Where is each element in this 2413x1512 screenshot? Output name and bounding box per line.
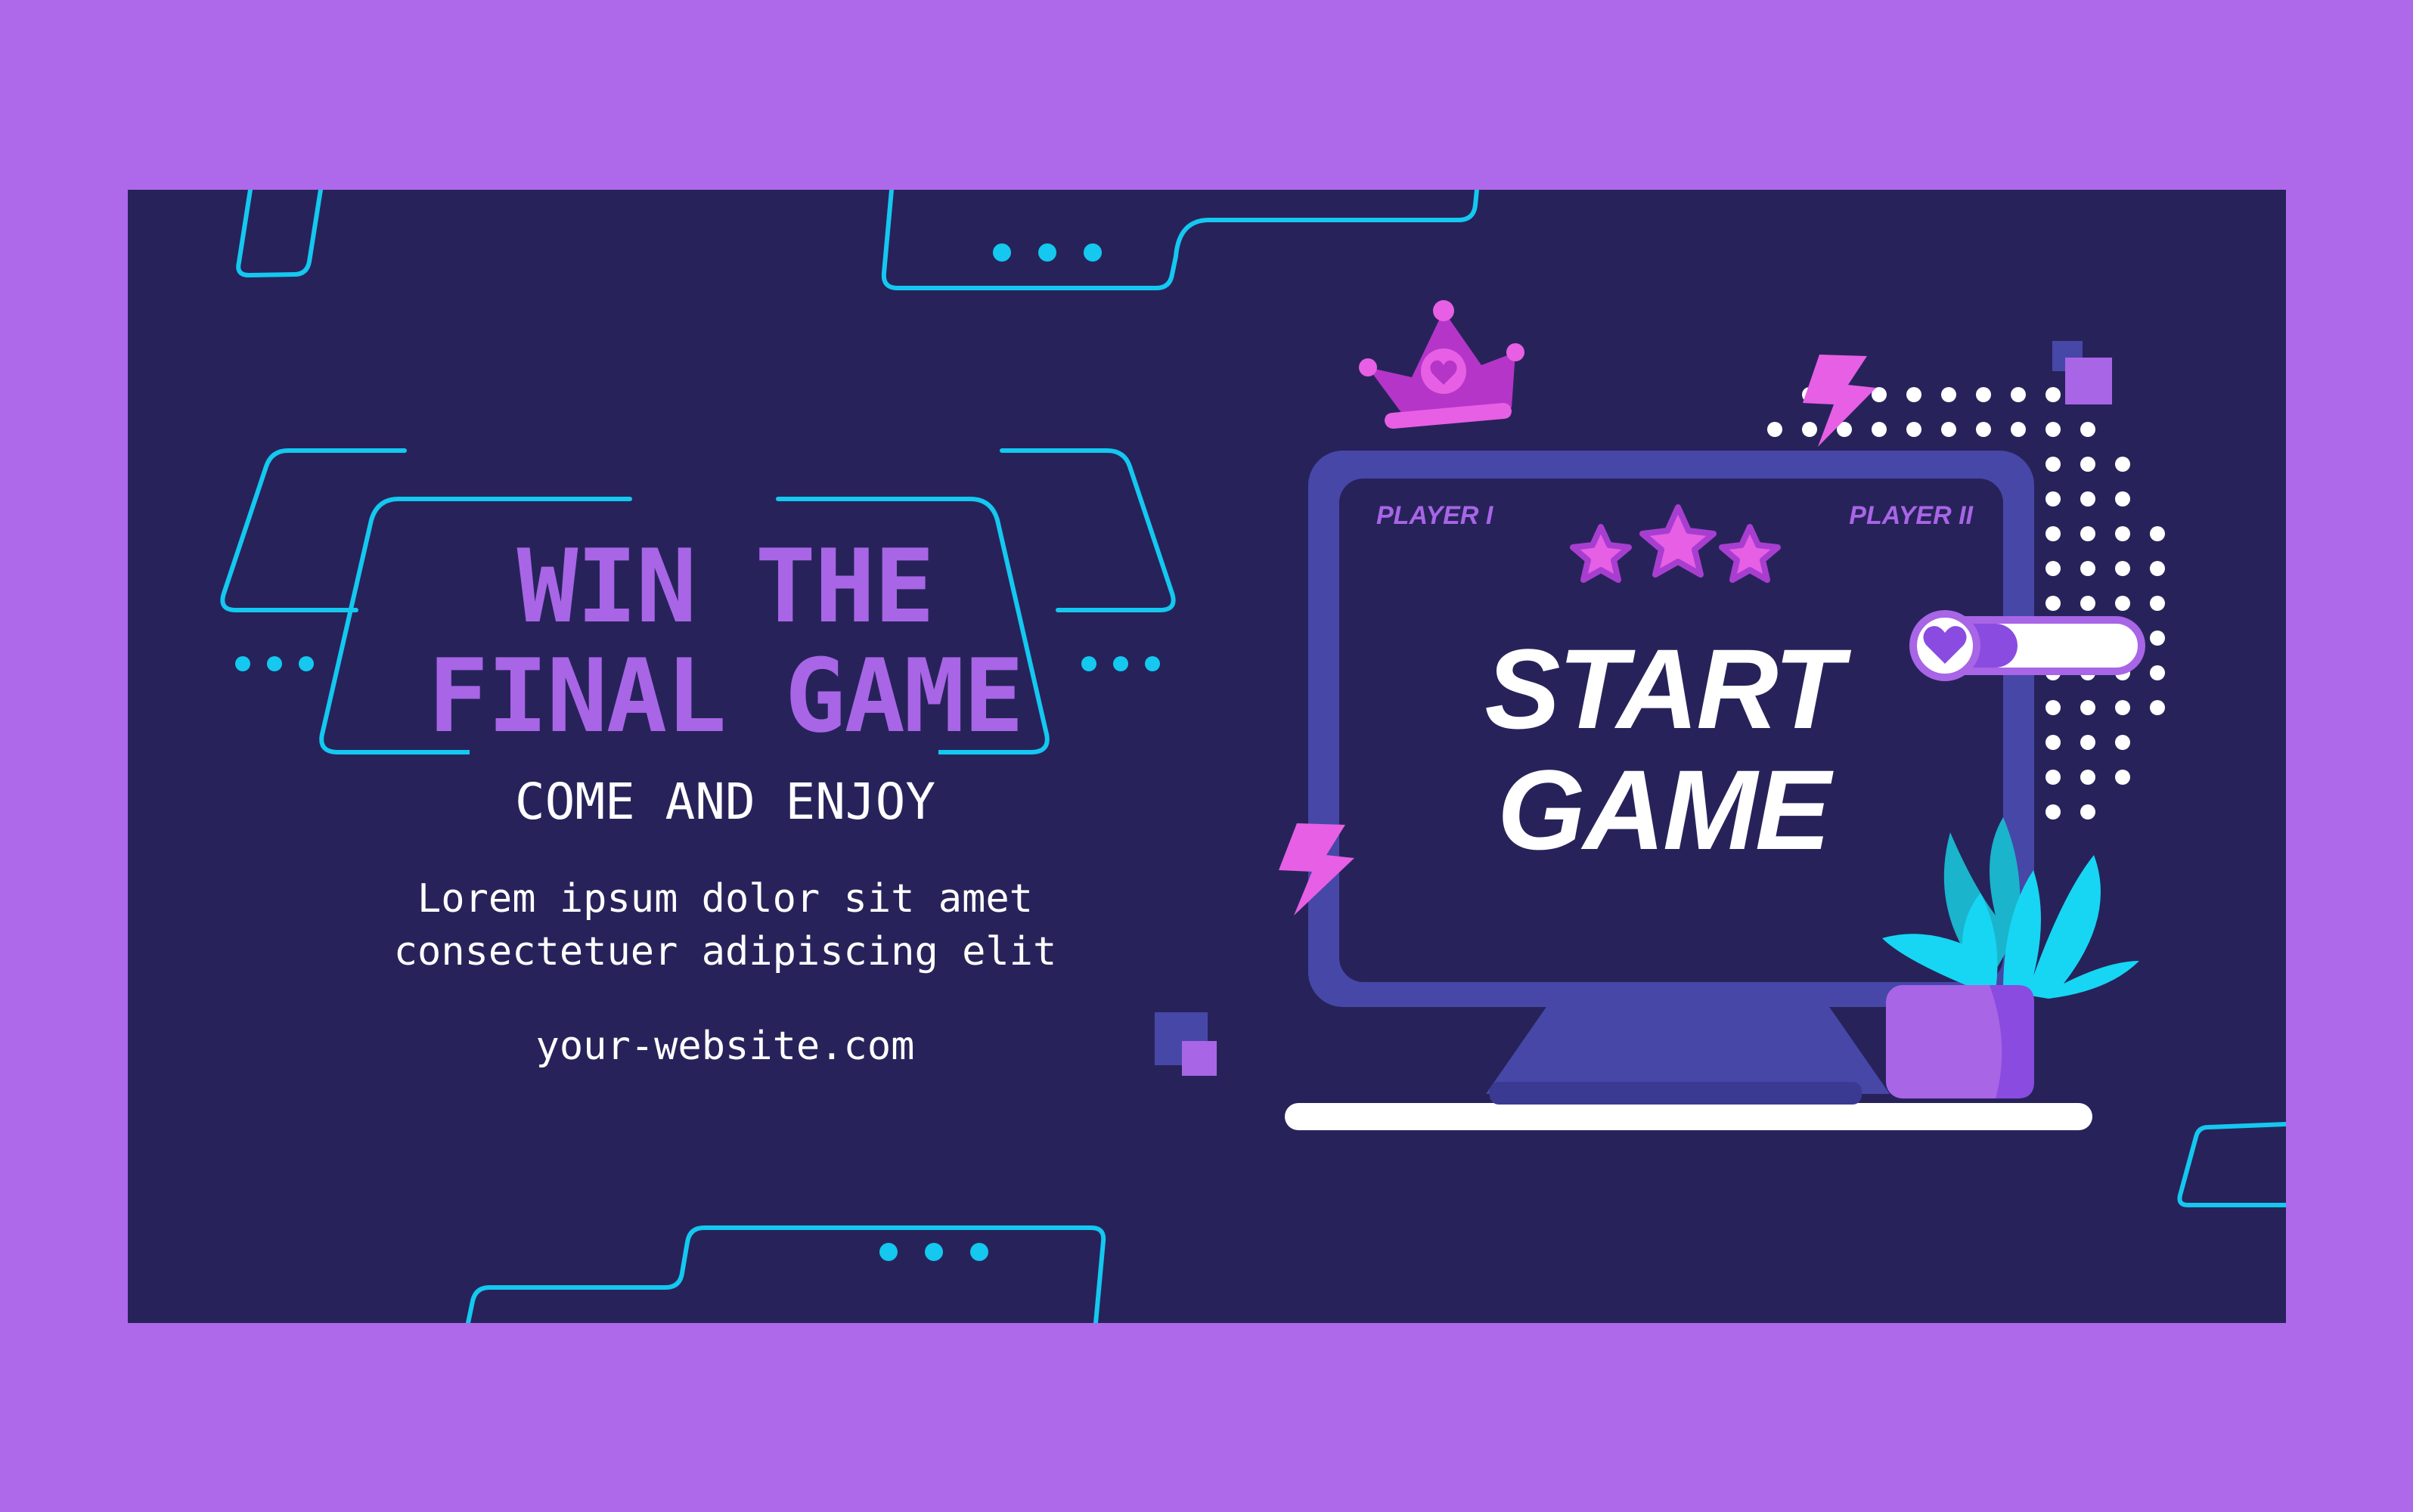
pattern-dot <box>2045 596 2061 611</box>
pattern-dot <box>2080 457 2095 472</box>
pattern-dot <box>2045 561 2061 576</box>
start-game-title-line-2[interactable]: GAME <box>1474 749 1852 870</box>
tagline: COME AND ENJOY <box>514 773 936 831</box>
pattern-dot <box>2115 457 2130 472</box>
pattern-dot <box>2115 700 2130 715</box>
pattern-dot <box>2115 526 2130 541</box>
pattern-dot <box>2115 561 2130 576</box>
start-game-title-line-1[interactable]: START <box>1474 628 1852 749</box>
pattern-dot <box>2045 804 2061 820</box>
decorations <box>220 190 2286 1323</box>
shelf <box>1285 1103 2092 1130</box>
pattern-dot <box>2011 422 2026 437</box>
pattern-dot <box>1906 387 1921 402</box>
pattern-dot <box>2150 665 2165 680</box>
body-text-line-2: consectetuer adipiscing elit <box>393 929 1057 974</box>
pattern-dot <box>2080 735 2095 750</box>
pattern-dot <box>2080 596 2095 611</box>
pattern-dot <box>2115 735 2130 750</box>
pattern-dot <box>1941 387 1956 402</box>
pattern-dot <box>2045 735 2061 750</box>
pattern-dot <box>2045 387 2061 402</box>
pattern-dot <box>2150 561 2165 576</box>
pattern-dot <box>2150 631 2165 646</box>
headline-line-1: WIN THE <box>516 528 935 646</box>
pattern-dot <box>2080 526 2095 541</box>
pattern-dot <box>2045 491 2061 507</box>
pattern-dot <box>2080 422 2095 437</box>
pattern-dot <box>1906 422 1921 437</box>
pattern-dot <box>1802 422 1817 437</box>
pattern-dot <box>2080 700 2095 715</box>
pattern-dot <box>1872 422 1887 437</box>
pattern-dot <box>2080 804 2095 820</box>
pattern-dot <box>2150 700 2165 715</box>
pattern-dot <box>2045 422 2061 437</box>
pattern-dot <box>2045 526 2061 541</box>
pattern-dot <box>2045 700 2061 715</box>
pattern-dot <box>1941 422 1956 437</box>
game-banner: WIN THE FINAL GAME COME AND ENJOY Lorem … <box>128 190 2286 1323</box>
pattern-dot <box>2115 491 2130 507</box>
pattern-dot <box>1976 387 1991 402</box>
pattern-dot <box>2080 561 2095 576</box>
website-link[interactable]: your-website.com <box>461 1021 990 1071</box>
pattern-dot <box>2115 770 2130 785</box>
pattern-dot <box>2045 770 2061 785</box>
pattern-dot <box>2011 387 2026 402</box>
pattern-dot <box>1767 422 1782 437</box>
crown-heart-icon <box>1359 300 1524 429</box>
player-two-label: PLAYER II <box>1849 501 1973 530</box>
pattern-dot <box>2150 596 2165 611</box>
pattern-dot <box>2150 526 2165 541</box>
player-one-label: PLAYER I <box>1376 501 1493 530</box>
body-text-line-1: Lorem ipsum dolor sit amet <box>417 876 1033 922</box>
pattern-dot <box>2080 491 2095 507</box>
pattern-dot <box>2045 457 2061 472</box>
pattern-dot <box>2115 596 2130 611</box>
pattern-dot <box>2080 770 2095 785</box>
pattern-dot <box>1976 422 1991 437</box>
headline-line-2: FINAL GAME <box>427 637 1025 755</box>
